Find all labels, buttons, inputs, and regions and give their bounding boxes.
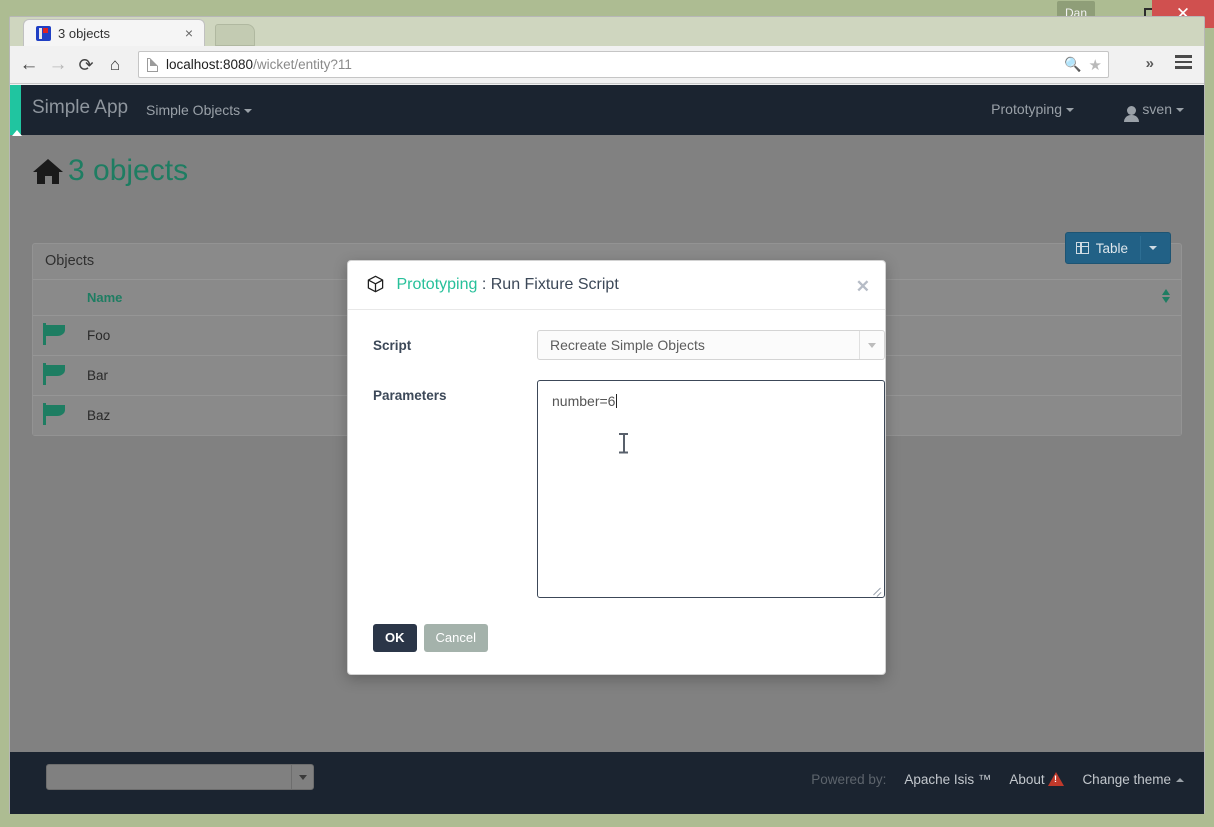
navbar-item-prototyping[interactable]: Prototyping: [991, 101, 1074, 117]
row-sort-cell: [1141, 396, 1181, 436]
powered-by-label: Powered by:: [811, 772, 886, 787]
table-view-label: Table: [1096, 241, 1128, 256]
table-view-button[interactable]: Table: [1065, 232, 1171, 264]
row-icon-cell: [33, 356, 77, 396]
page-title: 3 objects: [68, 154, 188, 188]
chevron-down-icon[interactable]: [1149, 246, 1157, 250]
dialog-header: Prototyping : Run Fixture Script ✕: [348, 261, 885, 310]
navbar-simple-objects-label: Simple Objects: [146, 102, 240, 118]
isis-favicon-icon: [36, 26, 51, 41]
home-icon: [32, 159, 64, 184]
zoom-out-icon[interactable]: 🔍: [1064, 56, 1088, 73]
row-icon-cell: [33, 396, 77, 436]
navbar-prototyping-label: Prototyping: [991, 101, 1062, 117]
table-col-sort[interactable]: [1141, 280, 1181, 316]
mouse-text-cursor: [619, 433, 628, 453]
row-sort-cell: [1141, 356, 1181, 396]
browser-tab-title: 3 objects: [58, 26, 180, 41]
back-icon[interactable]: ←: [18, 54, 40, 76]
ok-button[interactable]: OK: [373, 624, 417, 652]
chevron-down-icon[interactable]: [859, 331, 884, 359]
url-host: localhost:8080: [166, 57, 253, 72]
resize-handle[interactable]: [871, 584, 882, 595]
table-col-icon: [33, 280, 77, 316]
text-caret: [616, 394, 617, 408]
url-path: /wicket/entity?11: [253, 57, 352, 72]
navbar-user-label: sven: [1142, 101, 1172, 117]
parameters-label: Parameters: [348, 380, 537, 598]
chevron-down-icon: [1176, 108, 1184, 112]
cancel-button[interactable]: Cancel: [424, 624, 488, 652]
chevron-down-icon: [1066, 108, 1074, 112]
navbar-item-user[interactable]: sven: [1127, 101, 1184, 117]
about-group[interactable]: About: [1009, 772, 1064, 787]
footer-links: Powered by: Apache Isis ™ About Change t…: [811, 772, 1184, 787]
chevron-up-icon: [1176, 778, 1184, 782]
theme-select[interactable]: [46, 764, 314, 790]
dialog-title-suffix: Run Fixture Script: [491, 276, 619, 293]
script-label: Script: [348, 330, 537, 360]
change-theme-link[interactable]: Change theme: [1082, 772, 1171, 787]
cube-icon: [366, 274, 385, 294]
flag-icon: [43, 363, 67, 385]
flag-icon: [43, 403, 67, 425]
script-select[interactable]: Recreate Simple Objects: [537, 330, 885, 360]
toolbar-overflow-icon[interactable]: »: [1146, 55, 1154, 72]
dialog-title-prefix: Prototyping: [396, 276, 477, 293]
chevron-down-icon[interactable]: [291, 765, 313, 789]
browser-menu-icon[interactable]: [1175, 55, 1192, 72]
app-brand[interactable]: Simple App: [32, 97, 128, 119]
panel-title: Objects: [45, 253, 94, 269]
parameters-field-row: Parameters number=6: [348, 380, 885, 598]
navbar-accent-bar: [10, 85, 21, 135]
apache-isis-link[interactable]: Apache Isis ™: [904, 772, 991, 787]
browser-tabstrip: 3 objects ×: [10, 17, 1204, 46]
run-fixture-script-dialog: Prototyping : Run Fixture Script ✕ Scrip…: [347, 260, 886, 675]
dialog-body: Script Recreate Simple Objects Parameter…: [348, 310, 885, 652]
row-icon-cell: [33, 316, 77, 356]
home-icon[interactable]: ⌂: [104, 54, 126, 76]
sort-icon[interactable]: [1162, 289, 1171, 303]
navbar-item-simple-objects[interactable]: Simple Objects: [146, 102, 252, 118]
warning-icon: [1048, 772, 1064, 786]
browser-tab[interactable]: 3 objects ×: [23, 19, 205, 46]
dialog-close-icon[interactable]: ✕: [856, 277, 870, 297]
page-header: 3 objects: [10, 135, 1204, 197]
bookmark-star-icon[interactable]: ★: [1089, 56, 1102, 74]
browser-toolbar: ← → ⟳ ⌂ localhost:8080/wicket/entity?11 …: [10, 46, 1204, 84]
change-theme-group[interactable]: Change theme: [1082, 772, 1184, 787]
browser-window: 3 objects × ← → ⟳ ⌂ localhost:8080/wicke…: [9, 16, 1205, 814]
os-window: Dan ✕ 3 objects × ← → ⟳ ⌂ localhost:8080…: [0, 0, 1214, 827]
row-sort-cell: [1141, 316, 1181, 356]
page-footer: Powered by: Apache Isis ™ About Change t…: [10, 752, 1204, 814]
address-bar-url: localhost:8080/wicket/entity?11: [166, 57, 352, 72]
chevron-down-icon: [244, 109, 252, 113]
dialog-title: Prototyping : Run Fixture Script: [396, 276, 618, 293]
dialog-buttons: OK Cancel: [348, 618, 885, 652]
dialog-title-separator: :: [477, 276, 490, 293]
about-link[interactable]: About: [1009, 772, 1044, 787]
page-info-icon[interactable]: [147, 58, 158, 72]
app-navbar: Simple App Simple Objects Prototyping sv…: [10, 85, 1204, 135]
grid-icon: [1076, 242, 1089, 254]
script-field-row: Script Recreate Simple Objects: [348, 330, 885, 360]
new-tab-button[interactable]: [215, 24, 255, 46]
divider: [1140, 236, 1141, 260]
user-avatar-icon: [1127, 106, 1136, 115]
address-bar[interactable]: localhost:8080/wicket/entity?11 🔍 ★: [138, 51, 1109, 78]
tab-close-icon[interactable]: ×: [180, 25, 198, 41]
forward-icon[interactable]: →: [47, 54, 69, 76]
flag-icon: [43, 323, 67, 345]
reload-icon[interactable]: ⟳: [75, 54, 97, 76]
script-select-value: Recreate Simple Objects: [550, 337, 705, 353]
parameters-textarea[interactable]: number=6: [537, 380, 885, 598]
parameters-value: number=6: [552, 393, 615, 409]
